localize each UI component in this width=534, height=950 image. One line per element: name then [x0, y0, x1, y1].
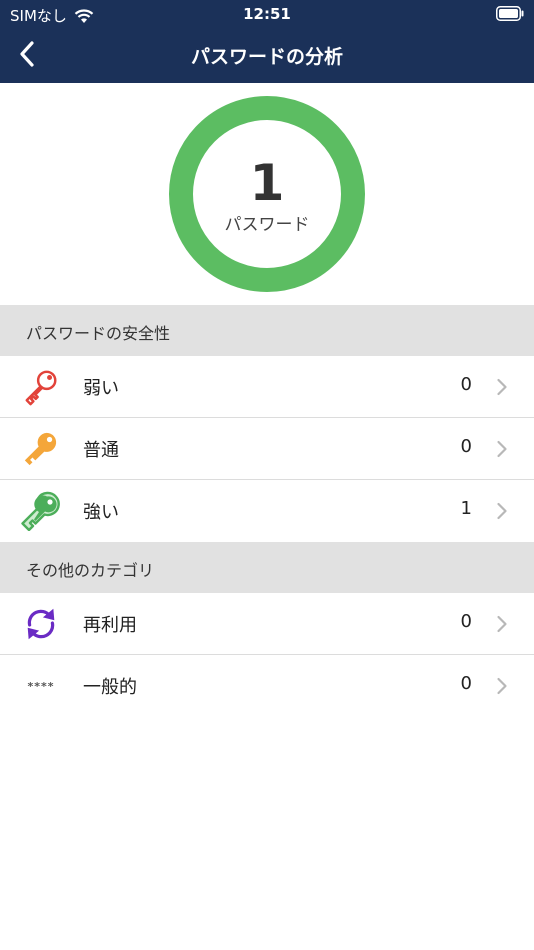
refresh-icon	[19, 604, 63, 644]
weak-key-icon	[19, 367, 63, 407]
status-bar: SIMなし 12:51	[0, 0, 534, 28]
list-item-label: 普通	[83, 440, 119, 461]
list-item-medium[interactable]: 普通 0	[0, 418, 534, 480]
clock: 12:51	[243, 5, 291, 23]
list-item-count: 0	[460, 436, 472, 457]
list-item-strong[interactable]: 強い 1	[0, 480, 534, 542]
section-title: パスワードの安全性	[26, 324, 171, 343]
section-title: その他のカテゴリ	[26, 561, 155, 580]
list-item-label: 再利用	[83, 615, 137, 636]
list-item-label: 一般的	[83, 677, 137, 698]
key-icon	[25, 370, 57, 406]
list-item-count: 1	[460, 498, 472, 519]
chevron-right-icon	[497, 440, 507, 458]
chevron-right-icon	[497, 615, 507, 633]
app-header: SIMなし 12:51 パスワードの分析	[0, 0, 534, 83]
list-item-common[interactable]: **** 一般的 0	[0, 655, 534, 717]
battery-icon	[496, 6, 524, 21]
key-icon	[21, 491, 60, 531]
section-header-safety: パスワードの安全性	[0, 305, 534, 356]
list-item-count: 0	[460, 374, 472, 395]
list-item-count: 0	[460, 611, 472, 632]
list-item-label: 弱い	[83, 378, 119, 399]
medium-key-icon	[19, 429, 63, 469]
password-summary: 1 パスワード	[0, 83, 534, 305]
list-item-weak[interactable]: 弱い 0	[0, 356, 534, 418]
list-item-count: 0	[460, 673, 472, 694]
strong-key-icon	[19, 491, 63, 531]
list-item-label: 強い	[83, 502, 119, 523]
key-icon	[24, 432, 57, 466]
asterisks-symbol: ****	[27, 679, 55, 693]
section-header-other: その他のカテゴリ	[0, 542, 534, 593]
password-count-label: パスワード	[224, 215, 310, 235]
list-item-reused[interactable]: 再利用 0	[0, 593, 534, 655]
asterisks-icon: ****	[19, 666, 63, 706]
navigation-bar: パスワードの分析	[0, 28, 534, 83]
chevron-right-icon	[497, 677, 507, 695]
chevron-right-icon	[497, 502, 507, 520]
page-title: パスワードの分析	[190, 46, 343, 68]
chevron-right-icon	[497, 378, 507, 396]
password-count: 1	[249, 154, 285, 212]
